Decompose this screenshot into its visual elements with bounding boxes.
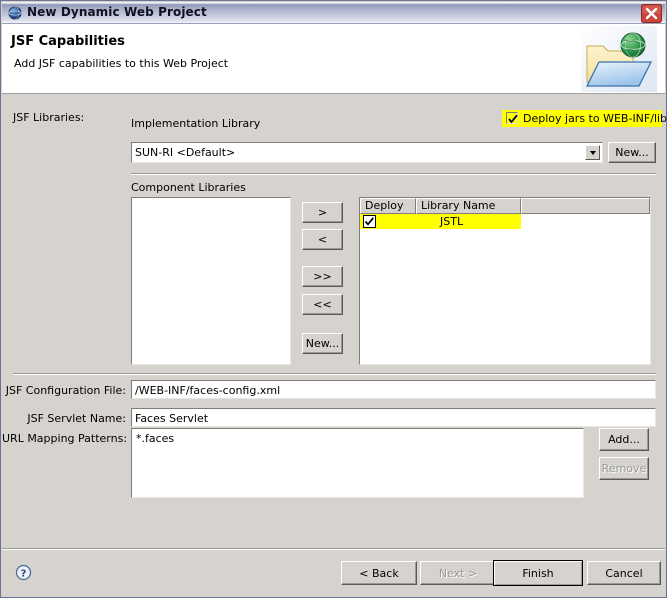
move-left-button[interactable]: < [302, 229, 343, 250]
globe-sphere-icon [8, 6, 22, 20]
new-implementation-library-button[interactable]: New... [608, 142, 656, 163]
title-bar: New Dynamic Web Project [2, 2, 665, 24]
deploy-jars-checkbox[interactable] [506, 112, 518, 124]
add-url-mapping-button[interactable]: Add... [599, 428, 649, 451]
available-component-libraries-list[interactable] [131, 197, 291, 365]
svg-text:?: ? [21, 568, 27, 579]
table-body: JSTL [360, 214, 650, 364]
dialog-body: JSF Libraries: Implementation Library De… [2, 95, 667, 549]
column-header-extra[interactable] [521, 198, 650, 214]
move-right-button[interactable]: > [302, 202, 343, 223]
finish-button[interactable]: Finish [493, 560, 583, 586]
selected-libraries-table: Deploy Library Name JSTL [359, 197, 651, 365]
section-divider [131, 173, 656, 175]
deploy-jars-highlight: Deploy jars to WEB-INF/lib [502, 110, 667, 127]
back-button[interactable]: < Back [341, 561, 417, 585]
row-deploy-cell[interactable] [360, 214, 416, 229]
web-project-folder-globe-icon [581, 26, 657, 92]
window-title: New Dynamic Web Project [27, 5, 207, 19]
column-header-deploy[interactable]: Deploy [360, 198, 416, 214]
wizard-header: JSF Capabilities Add JSF capabilities to… [2, 24, 665, 94]
url-mapping-entry: *.faces [136, 432, 175, 445]
close-icon[interactable] [641, 4, 662, 23]
table-row[interactable]: JSTL [360, 214, 650, 229]
column-header-library-name[interactable]: Library Name [416, 198, 521, 214]
section-divider-lower [13, 373, 656, 375]
remove-url-mapping-button: Remove [599, 457, 649, 480]
implementation-library-combo[interactable]: SUN-RI <Default> [131, 142, 603, 163]
cancel-button[interactable]: Cancel [587, 561, 661, 585]
move-all-left-button[interactable]: << [302, 294, 343, 315]
dialog-footer: ? < Back Next > Finish Cancel [2, 548, 665, 597]
new-component-library-button[interactable]: New... [302, 333, 343, 354]
config-file-label: JSF Configuration File: [5, 384, 126, 397]
table-header-row: Deploy Library Name [360, 198, 650, 214]
chevron-down-icon[interactable] [585, 145, 600, 160]
move-all-right-button[interactable]: >> [302, 266, 343, 287]
servlet-name-label: JSF Servlet Name: [27, 412, 126, 425]
servlet-name-input[interactable] [131, 408, 656, 427]
deploy-jars-label: Deploy jars to WEB-INF/lib [523, 112, 667, 125]
component-libraries-label: Component Libraries [131, 181, 246, 194]
implementation-library-value: SUN-RI <Default> [135, 146, 236, 159]
next-button: Next > [420, 561, 496, 585]
implementation-library-label: Implementation Library [131, 117, 261, 130]
dialog-window: New Dynamic Web Project JSF Capabilities… [0, 0, 667, 598]
config-file-input[interactable] [131, 380, 656, 399]
help-question-icon[interactable]: ? [15, 564, 32, 581]
page-title: JSF Capabilities [11, 34, 125, 49]
row-library-name: JSTL [416, 214, 521, 229]
row-deploy-checkbox[interactable] [363, 215, 376, 228]
url-mapping-label: URL Mapping Patterns: [2, 432, 128, 445]
page-subtitle: Add JSF capabilities to this Web Project [14, 57, 229, 70]
jsf-libraries-label: JSF Libraries: [13, 111, 85, 124]
url-mapping-list[interactable]: *.faces [131, 428, 584, 498]
